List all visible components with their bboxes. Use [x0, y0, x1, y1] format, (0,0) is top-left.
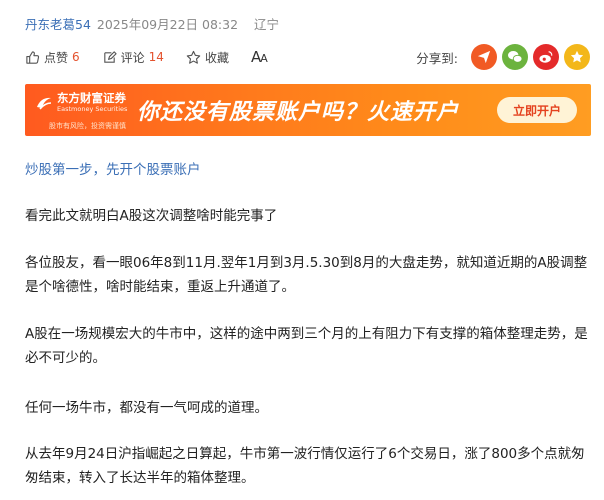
- comment-button[interactable]: 评论 14: [102, 49, 164, 66]
- font-size-icon: AA: [250, 48, 268, 66]
- share-weibo-button[interactable]: [533, 44, 559, 70]
- article-paragraph-3: A股在一场规模宏大的牛市中，这样的途中两到三个月的上有阻力下有支撑的箱体整理走势…: [25, 326, 588, 366]
- banner-slogan: 你还没有股票账户吗？火速开户: [137, 100, 460, 125]
- wechat-icon: [508, 51, 523, 63]
- star-outline-icon: [186, 50, 201, 64]
- post-region: 辽宁: [254, 16, 280, 32]
- send-icon: [477, 50, 491, 64]
- banner-risk-note: 股市有风险，投资需谨慎: [49, 122, 126, 130]
- post-actions: 点赞 6 评论 14 收藏 AA: [25, 46, 289, 68]
- article-paragraph-4: 任何一场牛市，都没有一气呵成的道理。: [25, 400, 268, 416]
- like-count: 6: [72, 50, 80, 64]
- banner-brand: 东方财富证券 Eastmoney Securities: [35, 92, 127, 113]
- article-paragraph-5: 从去年9月24日沪指崛起之日算起，牛市第一波行情仅运行了6个交易日，涨了800多…: [25, 446, 585, 486]
- star-icon: [570, 50, 584, 63]
- favorite-label: 收藏: [204, 50, 229, 65]
- share-send-button[interactable]: [471, 44, 497, 70]
- like-label: 点赞: [44, 50, 69, 65]
- like-button[interactable]: 点赞 6: [25, 49, 80, 66]
- favorite-button[interactable]: 收藏: [186, 49, 229, 66]
- comment-label: 评论: [120, 50, 145, 65]
- author-name[interactable]: 丹东老葛54: [25, 14, 91, 33]
- comment-count: 14: [148, 50, 164, 64]
- eastmoney-logo-icon: [37, 97, 52, 109]
- post-time: 2025年09月22日 08:32: [96, 16, 239, 32]
- open-account-link[interactable]: 炒股第一步，先开个股票账户: [25, 159, 593, 183]
- banner-brand-cn: 东方财富证券: [57, 91, 126, 105]
- banner-brand-en: Eastmoney Securities: [57, 105, 128, 113]
- open-account-button[interactable]: 立即开户: [497, 97, 577, 123]
- thumbs-up-icon: [26, 50, 40, 64]
- share-bar: 分享到:: [416, 44, 590, 70]
- share-wechat-button[interactable]: [502, 44, 528, 70]
- share-favorite-button[interactable]: [564, 44, 590, 70]
- account-ad-banner[interactable]: 东方财富证券 Eastmoney Securities 股市有风险，投资需谨慎 …: [25, 84, 591, 136]
- post-meta: 丹东老葛54 2025年09月22日 08:32 辽宁: [25, 13, 279, 33]
- font-size-button[interactable]: AA: [250, 48, 268, 66]
- edit-icon: [103, 50, 117, 63]
- article-paragraph-2: 各位股友，看一眼06年8到11月.翌年1月到3月.5.30到8月的大盘走势，就知…: [25, 255, 588, 295]
- article-paragraph-1: 看完此文就明白A股这次调整啥时能完事了: [25, 208, 278, 224]
- share-label: 分享到:: [416, 50, 458, 66]
- weibo-icon: [539, 51, 553, 63]
